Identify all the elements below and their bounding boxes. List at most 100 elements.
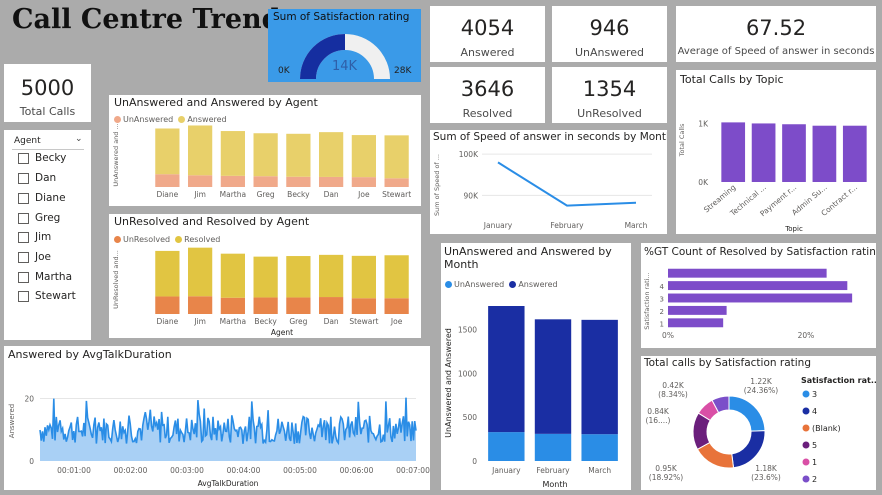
bar-unanswered <box>319 176 344 187</box>
bar <box>721 122 746 182</box>
data-label: 0.84K <box>647 407 670 416</box>
slicer-item-greg[interactable]: Greg <box>18 212 60 224</box>
x-tick-label: Joe <box>390 317 403 326</box>
data-label: 0.42K <box>662 381 685 390</box>
chart-plot: 4 3 2 1 0% 20% Satisfaction rati... <box>643 268 853 340</box>
y-tick-label: 4 <box>660 283 665 291</box>
legend-label: 4 <box>812 407 817 416</box>
chart-unresolved-resolved-agent[interactable]: UnResolved and Resolved by Agent UnResol… <box>109 214 421 338</box>
bar-resolved <box>286 256 311 298</box>
legend-label: 1 <box>812 458 817 467</box>
kpi-unresolved[interactable]: 1354 UnResolved <box>552 67 667 123</box>
checkbox[interactable] <box>18 231 29 243</box>
chart-gt-resolved[interactable]: %GT Count of Resolved by Satisfaction ra… <box>641 243 876 348</box>
checkbox[interactable] <box>18 212 29 224</box>
chart-unanswered-answered-month[interactable]: UnAnswered and Answered by Month UnAnswe… <box>441 243 631 490</box>
kpi-unanswered[interactable]: 946 UnAnswered <box>552 6 667 62</box>
x-tick-label: Martha <box>220 190 246 199</box>
chart-plot: 1500 1000 500 0 January February March UnAnswer… <box>444 306 618 489</box>
slice-4 <box>731 430 766 469</box>
checkbox[interactable] <box>18 152 29 164</box>
slicer-divider <box>12 149 84 150</box>
bar-resolved <box>220 253 245 298</box>
bar-resolved <box>253 256 278 298</box>
x-axis-title: Topic <box>784 225 803 233</box>
bar-unresolved <box>220 297 245 314</box>
kpi-answered[interactable]: 4054 Answered <box>430 6 545 62</box>
chart-total-calls-by-topic[interactable]: Total Calls by Topic 1K 0K Streaming Techni… <box>676 70 876 234</box>
x-tick-label: 00:06:00 <box>340 466 374 475</box>
bar <box>782 124 806 182</box>
kpi-total-calls[interactable]: 5000 Total Calls <box>4 64 91 122</box>
checkbox[interactable] <box>18 290 29 302</box>
chevron-down-icon[interactable]: ⌄ <box>75 134 83 144</box>
y-axis-title: Sum of Speed of ... <box>433 154 441 216</box>
slicer-item-label: Greg <box>35 212 61 224</box>
legend-dot <box>802 475 810 483</box>
y-tick-label: 1500 <box>458 326 477 335</box>
bar <box>668 318 724 328</box>
slicer-item-martha[interactable]: Martha <box>18 271 72 283</box>
gauge-min: 0K <box>278 66 290 76</box>
checkbox[interactable] <box>18 271 29 283</box>
y-tick-label: 3 <box>660 295 664 303</box>
legend-label: 2 <box>812 475 817 484</box>
checkbox[interactable] <box>18 172 29 184</box>
bar-unresolved <box>319 297 344 314</box>
bar-answered <box>286 133 311 177</box>
bar <box>812 125 837 182</box>
chart-plot: 1.22K(24.36%) 1.18K(23.6%) 0.95K(18.92%) 0.… <box>646 376 876 484</box>
checkbox[interactable] <box>18 251 29 263</box>
bar-unresolved <box>351 298 376 314</box>
kpi-resolved-label: Resolved <box>462 107 513 120</box>
gauge-max: 28K <box>394 66 412 76</box>
bar-unanswered <box>220 175 245 187</box>
bar <box>668 305 727 315</box>
bar <box>751 123 776 182</box>
y-axis-title: UnResolved and... <box>112 250 120 309</box>
slicer-item-joe[interactable]: Joe <box>18 251 51 263</box>
slicer-item-diane[interactable]: Diane <box>18 192 66 204</box>
kpi-resolved[interactable]: 3646 Resolved <box>430 67 545 123</box>
slicer-item-jim[interactable]: Jim <box>18 231 51 243</box>
bar-unanswered <box>351 177 376 187</box>
slicer-item-label: Joe <box>35 251 51 263</box>
y-tick-label: 90K <box>464 191 480 200</box>
data-label-pct: (8.34%) <box>658 390 688 399</box>
y-tick-label: 1K <box>698 120 709 129</box>
kpi-total-value: 5000 <box>20 76 75 100</box>
checkbox[interactable] <box>18 192 29 204</box>
x-tick-label: 00:04:00 <box>227 466 261 475</box>
chart-plot: 20 0 00:01:00 00:02:00 00:03:00 00:04:00 00:05… <box>8 395 430 489</box>
kpi-unresolved-label: UnResolved <box>577 107 642 120</box>
x-tick-label: Diane <box>156 317 178 326</box>
agent-slicer[interactable]: Agent ⌄ Becky Dan Diane Greg Jim Joe Mar… <box>4 130 91 340</box>
x-tick-label: 00:07:00 <box>396 466 430 475</box>
chart-unanswered-answered-agent[interactable]: UnAnswered and Answered by Agent UnAnswe… <box>109 95 421 206</box>
y-tick-label: 1 <box>660 320 664 328</box>
kpi-speed[interactable]: 67.52 Average of Speed of answer in seco… <box>676 6 876 62</box>
chart-satisfaction-donut[interactable]: Total calls by Satisfaction rating 1.22K… <box>641 356 876 490</box>
slicer-item-label: Stewart <box>35 290 76 302</box>
bar-answered <box>220 131 245 176</box>
slicer-item-becky[interactable]: Becky <box>18 152 66 164</box>
legend-dot <box>802 458 810 466</box>
bar-unanswered <box>188 175 213 187</box>
x-tick-label: March <box>625 221 648 230</box>
slicer-item-stewart[interactable]: Stewart <box>18 290 76 302</box>
data-label-pct: (24.36%) <box>744 386 779 395</box>
kpi-speed-value: 67.52 <box>745 16 807 40</box>
x-axis-title: Month <box>542 480 567 489</box>
chart-speed-by-month[interactable]: Sum of Speed of answer in seconds by Mon… <box>430 130 667 234</box>
bar-resolved <box>351 255 376 299</box>
kpi-answered-label: Answered <box>460 46 515 59</box>
chart-talk-duration[interactable]: Answered by AvgTalkDuration 20 0 00:01:00 0… <box>4 346 430 490</box>
x-tick-label: Greg <box>289 317 307 326</box>
bar-resolved <box>155 250 180 297</box>
slicer-item-dan[interactable]: Dan <box>18 172 56 184</box>
y-axis-title: Answered <box>8 404 16 438</box>
bar-answered <box>581 319 618 435</box>
gauge-card[interactable]: Sum of Satisfaction rating 0K 14K 28K <box>268 9 421 82</box>
data-label: 1.18K <box>755 464 778 473</box>
y-tick-label: 2 <box>660 308 664 316</box>
